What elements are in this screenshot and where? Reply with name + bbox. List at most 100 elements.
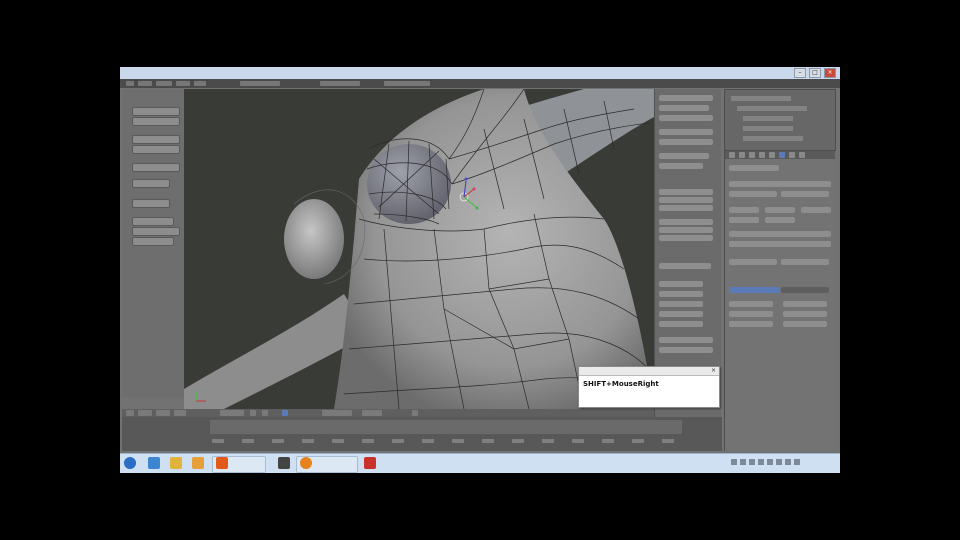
outliner-item[interactable] [737,106,807,111]
property-field[interactable] [729,217,759,223]
render-tab-icon[interactable] [729,152,735,158]
panel-checkbox[interactable] [659,301,703,307]
panel-field[interactable] [659,153,709,159]
panel-checkbox[interactable] [659,311,703,317]
outliner-item[interactable] [743,136,803,141]
editor-type-icon[interactable] [126,81,134,86]
property-checkbox[interactable] [783,321,827,327]
property-field[interactable] [729,259,777,265]
property-field[interactable] [801,207,831,213]
panel-field[interactable] [659,139,713,145]
panel-field[interactable] [659,235,713,241]
panel-field[interactable] [659,219,713,225]
object-tab-icon[interactable] [759,152,765,158]
property-field[interactable] [729,231,831,237]
property-checkbox[interactable] [783,301,827,307]
folder-icon[interactable] [170,457,182,469]
property-field[interactable] [729,321,773,327]
panel-checkbox[interactable] [659,321,703,327]
panel-field[interactable] [659,205,713,211]
panel-field[interactable] [659,129,713,135]
tray-icon[interactable] [785,459,791,465]
panel-field[interactable] [659,105,709,111]
property-field[interactable] [729,165,779,171]
window-titlebar[interactable]: – □ × [120,67,840,79]
panel-field[interactable] [659,163,703,169]
firefox-icon[interactable] [216,457,228,469]
mode-select[interactable] [220,410,244,416]
explorer-icon[interactable] [192,457,204,469]
overlay-close-button[interactable]: × [711,367,716,375]
tool-button[interactable] [132,107,180,116]
snap-select[interactable] [362,410,382,416]
start-button-icon[interactable] [124,457,136,469]
menu-view[interactable] [138,410,152,416]
data-tab-icon[interactable] [789,152,795,158]
tool-button[interactable] [132,135,180,144]
tray-icon[interactable] [740,459,746,465]
world-tab-icon[interactable] [749,152,755,158]
property-field[interactable] [765,207,795,213]
constraints-tab-icon[interactable] [769,152,775,158]
timeline-strip[interactable] [210,420,682,434]
property-field[interactable] [781,259,829,265]
tool-button[interactable] [132,227,180,236]
property-field[interactable] [765,217,795,223]
material-tab-icon[interactable] [799,152,805,158]
menu-select[interactable] [156,410,170,416]
panel-checkbox[interactable] [659,291,703,297]
tool-button[interactable] [132,117,180,126]
tray-icon[interactable] [776,459,782,465]
menu-file[interactable] [138,81,152,86]
panel-field[interactable] [659,95,713,101]
active-toggle[interactable] [729,287,779,293]
editor-type-icon[interactable] [126,410,134,416]
tool-button[interactable] [132,199,170,208]
shading-icon[interactable] [250,410,256,416]
tray-icon[interactable] [731,459,737,465]
screen-layout-select[interactable] [240,81,280,86]
outliner-item[interactable] [731,96,791,101]
panel-checkbox[interactable] [659,347,713,353]
menu-help[interactable] [194,81,206,86]
tool-button[interactable] [132,179,170,188]
menu-mesh[interactable] [174,410,186,416]
proportional-edit-icon[interactable] [412,410,418,416]
close-button[interactable]: × [824,68,836,78]
pivot-icon[interactable] [262,410,268,416]
app-icon[interactable] [278,457,290,469]
tool-button[interactable] [132,237,174,246]
tool-button[interactable] [132,163,180,172]
manipulator-toggle-icon[interactable] [282,410,288,416]
tray-icon[interactable] [794,459,800,465]
tool-button[interactable] [132,217,174,226]
render-engine-select[interactable] [384,81,430,86]
modifier-tab-icon[interactable] [779,152,785,158]
panel-field[interactable] [659,115,713,121]
panel-field[interactable] [659,189,713,195]
property-field[interactable] [729,181,831,187]
layer-buttons[interactable] [322,410,352,416]
panel-checkbox[interactable] [659,337,713,343]
panel-checkbox[interactable] [659,281,703,287]
panel-field[interactable] [659,197,713,203]
panel-field[interactable] [659,263,711,269]
mesh-canvas[interactable] [184,89,654,409]
property-field[interactable] [729,241,831,247]
panel-field[interactable] [659,227,713,233]
property-field[interactable] [781,287,829,293]
property-field[interactable] [729,301,773,307]
timeline-editor[interactable] [122,417,722,451]
tray-icon[interactable] [767,459,773,465]
property-field[interactable] [781,191,829,197]
property-field[interactable] [729,191,777,197]
3d-viewport[interactable] [184,89,654,409]
blender-icon[interactable] [300,457,312,469]
scene-select[interactable] [320,81,360,86]
property-field[interactable] [729,311,773,317]
outliner-item[interactable] [743,116,793,121]
menu-render[interactable] [156,81,172,86]
outliner-item[interactable] [743,126,793,131]
scene-tab-icon[interactable] [739,152,745,158]
maximize-button[interactable]: □ [809,68,821,78]
